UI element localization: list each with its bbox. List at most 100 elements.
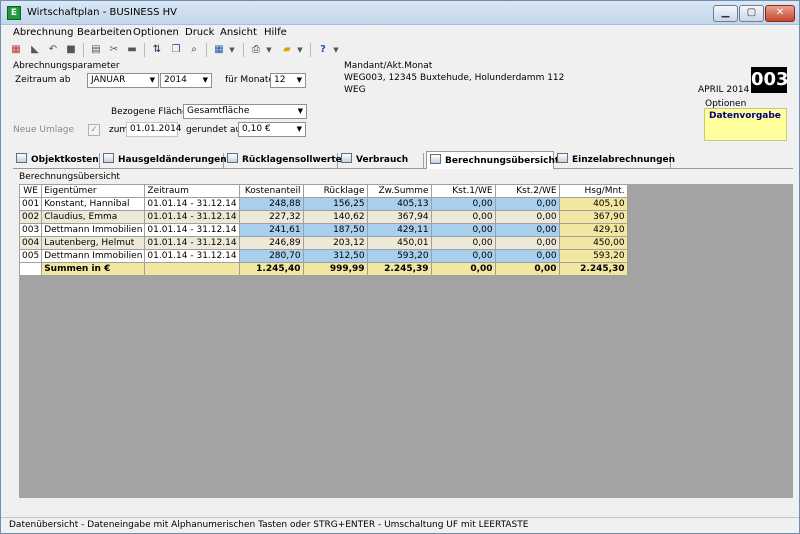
cell-eigentuemer[interactable]: Claudius, Emma [41, 210, 146, 224]
table-icon[interactable]: ▦ [212, 43, 226, 57]
cell-kst2[interactable]: 0,00 [494, 197, 560, 211]
col-zeitraum[interactable]: Zeitraum [144, 184, 240, 198]
cell-zwsumme[interactable]: 367,94 [366, 210, 432, 224]
copy-icon[interactable]: ❐ [169, 43, 183, 57]
zum-date-field[interactable]: 01.01.2014 [126, 122, 182, 137]
menu-hilfe[interactable]: Hilfe [264, 27, 287, 38]
col-kst2[interactable]: Kst.2/WE [494, 184, 560, 198]
cell-ruecklage[interactable]: 203,12 [302, 236, 368, 250]
chevron-down-icon[interactable]: ▼ [295, 43, 305, 57]
tab-verbrauch[interactable]: Verbrauch [338, 153, 424, 169]
col-we[interactable]: WE [18, 184, 43, 198]
cell-zwsumme[interactable]: 450,01 [366, 236, 432, 250]
optionen-box[interactable]: Datenvorgabe [704, 108, 787, 141]
cell-zwsumme[interactable]: 593,20 [366, 249, 432, 263]
col-ruecklage[interactable]: Rücklage [302, 184, 368, 198]
cell-zeitraum[interactable]: 01.01.14 - 31.12.14 [144, 223, 240, 237]
cell-hsg[interactable]: 593,20 [558, 249, 628, 263]
cell-kostenanteil[interactable]: 248,88 [238, 197, 304, 211]
table-row[interactable]: 005 Dettmann Immobilien 01.01.14 - 31.12.1… [18, 249, 628, 263]
cell-ruecklage[interactable]: 156,25 [302, 197, 368, 211]
calendar-icon[interactable]: ▦ [9, 43, 23, 57]
col-eigentuemer[interactable]: Eigentümer [41, 184, 146, 198]
cell-kostenanteil[interactable]: 227,32 [238, 210, 304, 224]
cell-zeitraum[interactable]: 01.01.14 - 31.12.14 [144, 249, 240, 263]
search-icon[interactable]: ⌕ [187, 43, 201, 57]
help-icon[interactable]: ? [316, 43, 330, 57]
cell-hsg[interactable]: 367,90 [558, 210, 628, 224]
cell-ruecklage[interactable]: 140,62 [302, 210, 368, 224]
tool-icon[interactable]: ✂ [107, 43, 121, 57]
cell-hsg[interactable]: 450,00 [558, 236, 628, 250]
col-hsg[interactable]: Hsg/Mnt. [558, 184, 628, 198]
cell-hsg[interactable]: 405,10 [558, 197, 628, 211]
cell-hsg[interactable]: 429,10 [558, 223, 628, 237]
print-icon[interactable]: ⎙ [249, 43, 263, 57]
tab-ruecklagensollwerte[interactable]: Rücklagensollwerte [224, 153, 342, 169]
back-icon[interactable]: ◣ [28, 43, 42, 57]
table-row[interactable]: 004 Lautenberg, Helmut 01.01.14 - 31.12.14… [18, 236, 628, 250]
cell-kostenanteil[interactable]: 246,89 [238, 236, 304, 250]
col-zwsumme[interactable]: Zw.Summe [366, 184, 432, 198]
cell-we[interactable]: 005 [18, 249, 43, 263]
gerundet-select[interactable]: 0,10 € ▼ [238, 122, 306, 137]
tab-einzelabrechnungen[interactable]: Einzelabrechnungen [554, 153, 675, 169]
umlage-checkbox[interactable]: ✓ [88, 124, 100, 136]
cell-eigentuemer[interactable]: Dettmann Immobilien [41, 223, 146, 237]
menu-abrechnung[interactable]: Abrechnung [13, 27, 73, 38]
cell-kst1[interactable]: 0,00 [430, 236, 496, 250]
close-button[interactable]: ✕ [765, 5, 795, 22]
cell-we[interactable]: 003 [18, 223, 43, 237]
col-kostenanteil[interactable]: Kostenanteil [238, 184, 304, 198]
cell-ruecklage[interactable]: 187,50 [302, 223, 368, 237]
cell-zeitraum[interactable]: 01.01.14 - 31.12.14 [144, 197, 240, 211]
cell-we[interactable]: 004 [18, 236, 43, 250]
table-row[interactable]: 002 Claudius, Emma 01.01.14 - 31.12.14 227,… [18, 210, 628, 224]
cell-kst1[interactable]: 0,00 [430, 249, 496, 263]
menu-ansicht[interactable]: Ansicht [220, 27, 257, 38]
comment-icon[interactable]: ▬ [125, 43, 139, 57]
month-select[interactable]: JANUAR ▼ [87, 73, 159, 88]
menu-optionen[interactable]: Optionen [133, 27, 179, 38]
sort-icon[interactable]: ⇅ [150, 43, 164, 57]
table-row[interactable]: 003 Dettmann Immobilien 01.01.14 - 31.12.1… [18, 223, 628, 237]
note-icon[interactable]: ▰ [280, 43, 294, 57]
year-select[interactable]: 2014 ▼ [160, 73, 212, 88]
cell-we[interactable]: 001 [18, 197, 43, 211]
cell-kst2[interactable]: 0,00 [494, 223, 560, 237]
chevron-down-icon[interactable]: ▼ [331, 43, 341, 57]
table-row[interactable]: 001 Konstant, Hannibal 01.01.14 - 31.12.14… [18, 197, 628, 211]
cell-kst1[interactable]: 0,00 [430, 210, 496, 224]
menu-druck[interactable]: Druck [185, 27, 214, 38]
doc-icon[interactable]: ▤ [89, 43, 103, 57]
data-grid[interactable]: WE Eigentümer Zeitraum Kostenanteil Rück… [18, 184, 793, 498]
chevron-down-icon[interactable]: ▼ [264, 43, 274, 57]
months-select[interactable]: 12 ▼ [270, 73, 306, 88]
cell-eigentuemer[interactable]: Lautenberg, Helmut [41, 236, 146, 250]
cell-kst2[interactable]: 0,00 [494, 249, 560, 263]
chevron-down-icon[interactable]: ▼ [227, 43, 237, 57]
cell-zeitraum[interactable]: 01.01.14 - 31.12.14 [144, 210, 240, 224]
cell-zeitraum[interactable]: 01.01.14 - 31.12.14 [144, 236, 240, 250]
cell-kst2[interactable]: 0,00 [494, 236, 560, 250]
cell-we[interactable]: 002 [18, 210, 43, 224]
cell-kst1[interactable]: 0,00 [430, 223, 496, 237]
flaeche-select[interactable]: Gesamtfläche ▼ [183, 104, 307, 119]
tab-objektkosten[interactable]: Objektkosten [13, 153, 100, 169]
cell-kst1[interactable]: 0,00 [430, 197, 496, 211]
stop-icon[interactable]: ■ [64, 43, 78, 57]
tab-berechnungsuebersicht[interactable]: Berechnungsübersicht [426, 151, 559, 170]
cell-eigentuemer[interactable]: Konstant, Hannibal [41, 197, 146, 211]
maximize-button[interactable]: ▢ [739, 5, 764, 22]
col-kst1[interactable]: Kst.1/WE [430, 184, 496, 198]
tab-hausgeldaenderungen[interactable]: Hausgeldänderungen [100, 153, 227, 169]
undo-icon[interactable]: ↶ [46, 43, 60, 57]
cell-ruecklage[interactable]: 312,50 [302, 249, 368, 263]
minimize-button[interactable]: ▁ [713, 5, 738, 22]
cell-kostenanteil[interactable]: 280,70 [238, 249, 304, 263]
cell-kst2[interactable]: 0,00 [494, 210, 560, 224]
cell-kostenanteil[interactable]: 241,61 [238, 223, 304, 237]
cell-zwsumme[interactable]: 429,11 [366, 223, 432, 237]
menu-bearbeiten[interactable]: Bearbeiten [77, 27, 132, 38]
cell-zwsumme[interactable]: 405,13 [366, 197, 432, 211]
